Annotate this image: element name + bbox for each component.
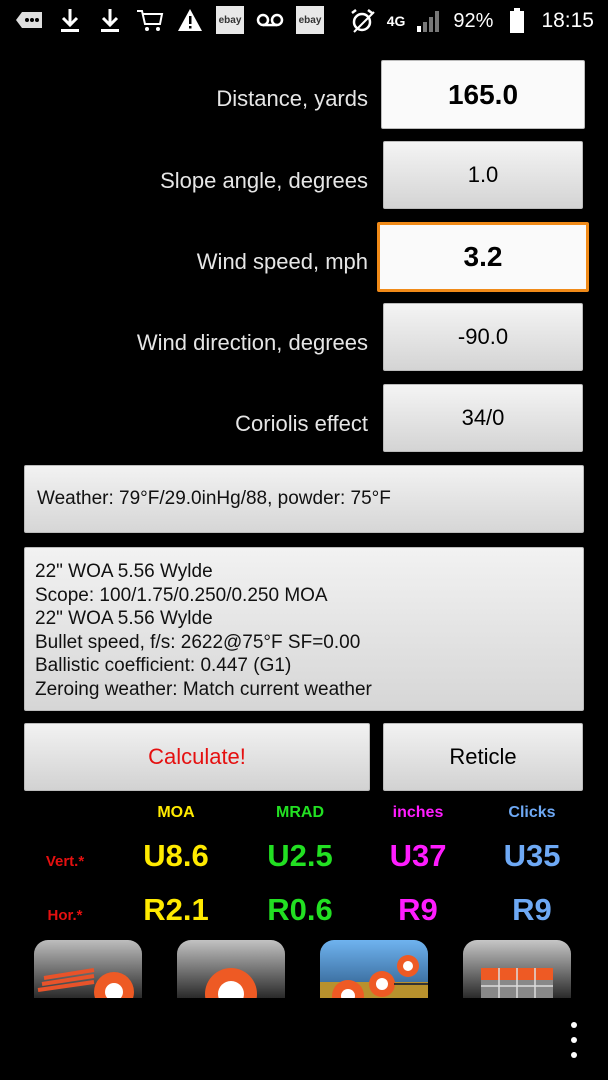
reticle-label: Reticle <box>449 744 517 769</box>
rifle-line: 22" WOA 5.56 Wylde <box>35 608 213 629</box>
slope-field[interactable]: 1.0 <box>383 141 583 209</box>
weather-button[interactable]: Weather: 79°F/29.0inHg/88, powder: 75°F <box>24 465 584 533</box>
reticle-button[interactable]: Reticle <box>383 723 583 791</box>
column-mrad: MRAD <box>276 804 324 821</box>
weather-text: Weather: 79°F/29.0inHg/88, powder: 75°F <box>37 488 391 509</box>
rifle-line: Zeroing weather: Match current weather <box>35 678 372 700</box>
ebay-icon: ebay <box>216 6 244 34</box>
coriolis-label: Coriolis effect <box>235 411 368 436</box>
rifle-line: Scope: 100/1.75/0.250/0.250 MOA <box>35 584 328 606</box>
calculate-button[interactable]: Calculate! <box>24 723 370 791</box>
column-clicks: Clicks <box>508 804 556 821</box>
wind-direction-field[interactable]: -90.0 <box>383 303 583 371</box>
target-app-icon[interactable] <box>177 940 285 998</box>
hor-clicks-value: R9 <box>512 892 552 927</box>
voicemail-icon <box>256 6 284 34</box>
row-horizontal: Hor.* <box>47 907 83 924</box>
coriolis-value: 34/0 <box>461 405 505 430</box>
more-icon <box>16 6 44 34</box>
vert-inches-value: U37 <box>389 838 447 873</box>
chart-app-icon[interactable] <box>463 940 571 998</box>
distance-field[interactable]: 165.0 <box>381 60 585 129</box>
wind-direction-label: Wind direction, degrees <box>136 330 368 355</box>
column-inches: inches <box>392 804 444 821</box>
wind-speed-label: Wind speed, mph <box>196 249 368 274</box>
rifle-line: 22" WOA 5.56 Wylde <box>35 561 213 582</box>
download-icon <box>96 6 124 34</box>
distance-value: 165.0 <box>447 78 519 110</box>
speed-app-icon[interactable] <box>34 940 142 998</box>
wind-direction-value: -90.0 <box>457 324 509 349</box>
wind-speed-value: 3.2 <box>463 241 503 272</box>
alarm-muted-icon <box>349 7 377 35</box>
hor-mrad-value: R0.6 <box>267 892 333 927</box>
cart-icon <box>136 6 164 34</box>
status-bar: ebay ebay 4G 92% 18:15 <box>0 0 608 42</box>
distance-label: Distance, yards <box>216 86 368 111</box>
clock: 18:15 <box>541 9 594 32</box>
battery-percent: 92% <box>453 9 494 32</box>
status-bar-system: 4G 92% 18:15 <box>349 6 594 36</box>
battery-icon <box>503 7 531 35</box>
ebay-icon: ebay <box>296 6 324 34</box>
vert-moa-value: U8.6 <box>143 838 209 873</box>
warning-icon <box>176 6 204 34</box>
row-vertical: Vert.* <box>45 853 85 870</box>
vert-mrad-value: U2.5 <box>267 838 333 873</box>
overflow-menu-icon[interactable] <box>566 1022 582 1058</box>
download-icon <box>56 6 84 34</box>
wind-speed-field[interactable]: 3.2 <box>377 222 589 292</box>
hor-inches-value: R9 <box>398 892 438 927</box>
rifle-line: Ballistic coefficient: 0.447 (G1) <box>35 655 292 676</box>
slope-value: 1.0 <box>467 162 499 187</box>
range-app-icon[interactable] <box>320 940 428 998</box>
vert-clicks-value: U35 <box>503 838 561 873</box>
rifle-profile-button[interactable]: 22" WOA 5.56 Wylde Scope: 100/1.75/0.250… <box>24 547 584 711</box>
network-type: 4G <box>386 13 406 29</box>
column-moa: MOA <box>157 804 195 821</box>
slope-label: Slope angle, degrees <box>160 168 368 193</box>
calculate-label: Calculate! <box>148 744 246 769</box>
status-bar-notifications: ebay ebay <box>16 6 324 34</box>
hor-moa-value: R2.1 <box>143 892 209 927</box>
signal-icon <box>415 7 443 35</box>
rifle-line: Bullet speed, f/s: 2622@75°F SF=0.00 <box>35 631 361 653</box>
coriolis-field[interactable]: 34/0 <box>383 384 583 452</box>
